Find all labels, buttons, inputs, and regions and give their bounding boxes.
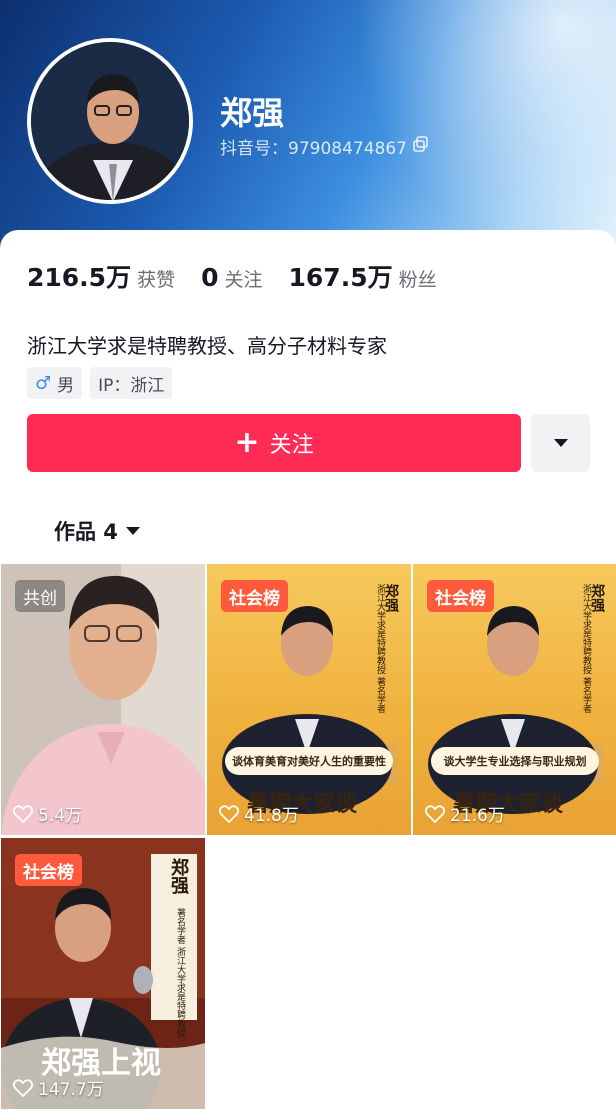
social-rank-badge: 社会榜 [15,854,82,886]
video-thumbnail[interactable]: 郑强 浙江大学求是特聘教授 著名学者 谈大学生专业选择与职业规划 暑期大家谈 社… [413,564,616,835]
co-creation-badge: 共创 [15,580,65,612]
more-options-button[interactable] [531,414,590,472]
poster-caption: 谈体育美育对美好人生的重要性 [225,747,393,775]
copy-icon[interactable] [413,136,429,157]
like-count-text: 21.6万 [450,806,505,826]
stat-value: 216.5万 [27,263,132,292]
like-count: 41.8万 [219,801,299,826]
ip-location-tag: IP：浙江 [90,367,173,399]
heart-icon [13,1078,33,1097]
poster-title: 浙江大学求是特聘教授 著名学者 [375,584,385,713]
heart-icon [219,804,239,823]
poster-title: 浙江大学求是特聘教授 著名学者 [581,584,591,713]
social-rank-badge: 社会榜 [427,580,494,612]
stat-following[interactable]: 0 关注 [201,263,262,292]
stat-label: 粉丝 [398,269,437,291]
video-thumbnail[interactable]: 共创 5.4万 [1,564,205,835]
profile-name: 郑强 [220,94,285,132]
stat-followers[interactable]: 167.5万 粉丝 [289,258,437,294]
video-thumbnail[interactable]: 郑强 著名学者 浙江大学求是特聘教授 郑强上视 社会榜 147.7万 [1,838,205,1109]
plus-icon: + [234,425,260,460]
ip-location-label: IP：浙江 [98,375,165,396]
profile-tags: ♂ 男 IP：浙江 [27,367,173,399]
poster-title: 著名学者 浙江大学求是特聘教授 [175,908,185,1037]
stat-value: 167.5万 [288,263,393,292]
avatar[interactable] [27,38,193,204]
social-rank-badge: 社会榜 [221,580,288,612]
poster-caption: 谈大学生专业选择与职业规划 [431,747,599,775]
like-count-text: 41.8万 [244,806,299,826]
follow-button[interactable]: + 关注 [27,414,521,472]
video-thumbnail[interactable]: 郑强 浙江大学求是特聘教授 著名学者 谈体育美育对美好人生的重要性 暑期大家谈 … [207,564,411,835]
stat-likes[interactable]: 216.5万 获赞 [27,258,175,294]
stat-label: 关注 [224,269,263,291]
profile-bio: 浙江大学求是特聘教授、高分子材料专家 [27,334,387,358]
stats-row: 216.5万 获赞 0 关注 167.5万 粉丝 [27,258,463,294]
like-count: 21.6万 [425,801,505,826]
like-count-text: 5.4万 [38,806,83,826]
tab-works[interactable]: 作品 4 [54,516,140,546]
like-count-text: 147.7万 [38,1080,104,1100]
tab-works-label: 作品 4 [54,520,118,544]
chevron-down-icon [125,527,140,535]
poster-name: 郑强 [168,858,189,894]
heart-icon [13,804,33,823]
like-count: 147.7万 [13,1075,104,1100]
like-count: 5.4万 [13,801,82,826]
heart-icon [425,804,445,823]
douyin-id-text: 抖音号：97908474867 [220,139,407,159]
gender-label: 男 [57,375,75,396]
male-icon: ♂ [35,372,52,394]
stat-value: 0 [201,263,219,292]
gender-tag: ♂ 男 [27,367,83,399]
follow-label: 关注 [269,433,314,458]
stat-label: 获赞 [137,269,176,291]
douyin-id: 抖音号：97908474867 [220,134,429,159]
chevron-down-icon [553,439,568,447]
